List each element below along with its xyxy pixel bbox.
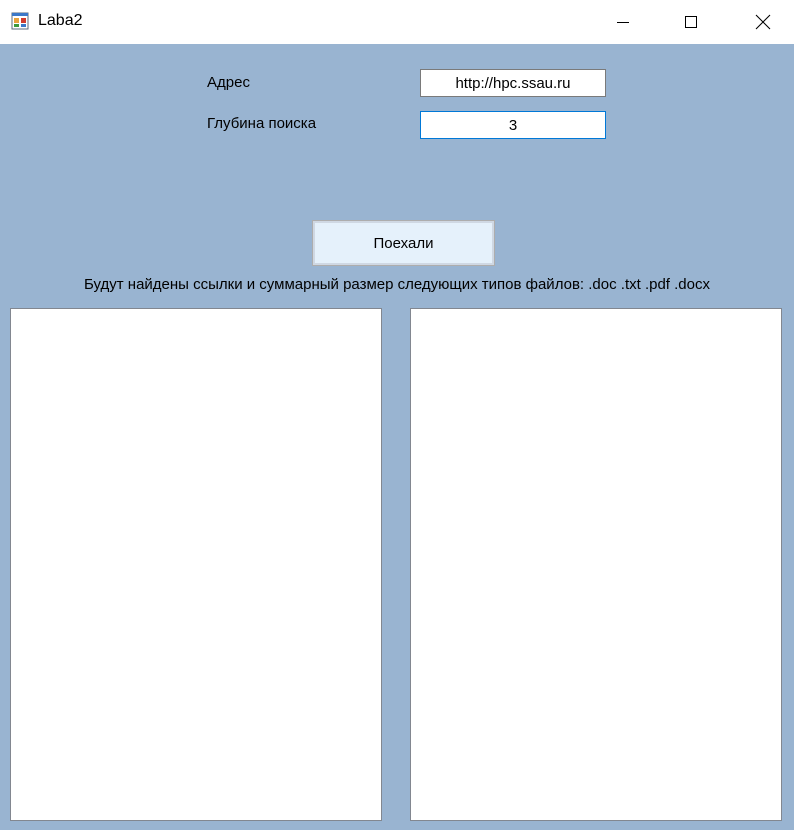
app-window: Laba2 Адрес Глубина поиска Поехали Будут… <box>0 0 794 830</box>
maximize-icon <box>685 16 697 28</box>
close-button[interactable] <box>740 0 786 44</box>
form-client-area: Адрес Глубина поиска Поехали Будут найде… <box>0 44 794 830</box>
maximize-button[interactable] <box>668 0 714 44</box>
file-types-info: Будут найдены ссылки и суммарный размер … <box>83 276 710 293</box>
window-title: Laba2 <box>38 12 83 29</box>
sizes-listbox[interactable] <box>410 308 782 821</box>
address-input[interactable] <box>420 69 606 97</box>
title-bar[interactable]: Laba2 <box>0 0 794 44</box>
address-label: Адрес <box>207 74 250 91</box>
go-button[interactable]: Поехали <box>312 220 495 266</box>
close-icon <box>755 14 771 30</box>
minimize-icon <box>617 22 629 23</box>
search-depth-input[interactable] <box>420 111 606 139</box>
links-listbox[interactable] <box>10 308 382 821</box>
search-depth-label: Глубина поиска <box>207 115 317 132</box>
winforms-app-icon <box>11 12 29 30</box>
minimize-button[interactable] <box>600 0 646 44</box>
